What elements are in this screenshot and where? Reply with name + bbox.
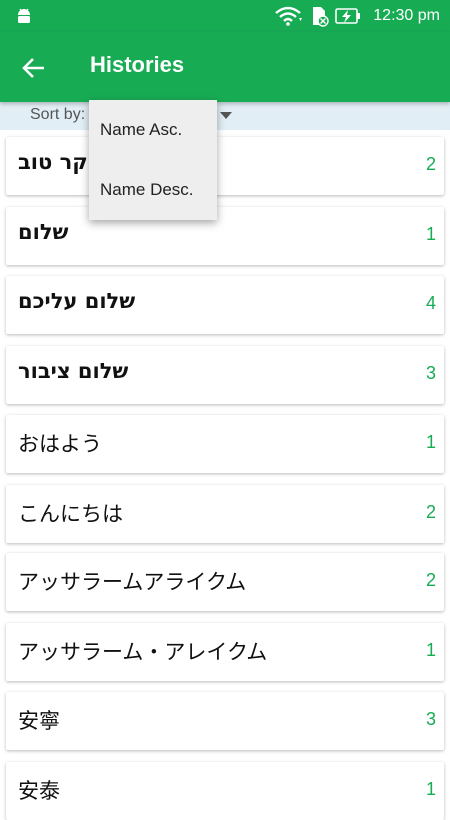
android-icon	[18, 8, 30, 23]
status-time: 12:30 pm	[373, 7, 440, 24]
chevron-down-icon[interactable]	[220, 112, 232, 119]
item-name: שלום עליכם	[18, 289, 136, 313]
list-item[interactable]: アッサラームアライクム 2	[6, 553, 444, 611]
wifi-icon	[275, 6, 303, 26]
item-name: שלום	[18, 220, 69, 244]
sort-bar[interactable]: Sort by:	[0, 102, 450, 130]
list-item[interactable]: שלום ציבור 3	[6, 346, 444, 404]
sort-label: Sort by:	[30, 106, 86, 123]
item-name: 安寧	[18, 709, 60, 733]
menu-item-name-desc[interactable]: Name Desc.	[89, 160, 217, 220]
list-item[interactable]: שלום 1	[6, 207, 444, 265]
item-name: שלום ציבור	[18, 359, 129, 383]
item-count: 3	[425, 709, 436, 729]
item-count: 3	[425, 363, 436, 383]
item-count: 1	[425, 779, 436, 799]
list-item[interactable]: שלום עליכם 4	[6, 276, 444, 334]
menu-item-name-asc[interactable]: Name Asc.	[89, 100, 217, 160]
app-bar: Histories	[0, 32, 450, 102]
item-count: 1	[425, 432, 436, 452]
item-count: 2	[425, 154, 436, 174]
page-title: Histories	[90, 52, 185, 77]
sort-dropdown-menu: Name Asc. Name Desc.	[89, 100, 217, 220]
list-item[interactable]: おはよう 1	[6, 415, 444, 473]
item-name: こんにちは	[18, 502, 123, 526]
list-item[interactable]: 安泰 1	[6, 762, 444, 820]
item-count: 1	[425, 224, 436, 244]
list-item[interactable]: בוקר טוב 2	[6, 137, 444, 195]
menu-item-label: Name Asc.	[100, 120, 183, 139]
item-name: 安泰	[18, 779, 60, 803]
item-count: 4	[425, 293, 436, 313]
item-name: おはよう	[18, 432, 102, 456]
item-name: アッサラームアライクム	[18, 570, 247, 594]
battery-charging-icon	[335, 8, 361, 24]
status-bar: 12:30 pm	[0, 0, 450, 32]
sd-card-icon	[313, 7, 329, 27]
item-name: アッサラーム・アレイクム	[18, 640, 268, 664]
item-count: 2	[425, 570, 436, 590]
menu-item-label: Name Desc.	[100, 180, 194, 199]
item-count: 1	[425, 640, 436, 660]
item-count: 2	[425, 502, 436, 522]
list-item[interactable]: 安寧 3	[6, 692, 444, 750]
list-item[interactable]: アッサラーム・アレイクム 1	[6, 623, 444, 681]
list-item[interactable]: こんにちは 2	[6, 485, 444, 543]
arrow-left-icon[interactable]	[20, 54, 48, 82]
